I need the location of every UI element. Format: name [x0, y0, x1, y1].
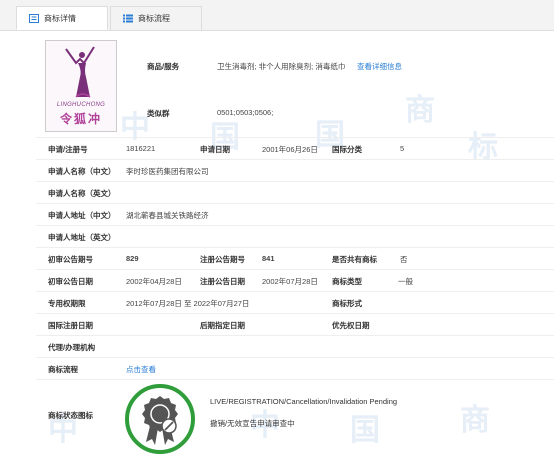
process-label: 商标流程: [48, 365, 78, 374]
status-text-en: LIVE/REGISTRATION/Cancellation/Invalidat…: [210, 397, 398, 406]
document-icon: [29, 13, 39, 23]
exclusive-period-label: 专用权期限: [48, 299, 86, 308]
prelim-pub-no-label: 初审公告期号: [48, 255, 93, 264]
goods-services-value: 卫生消毒剂; 非个人用除臭剂; 消毒纸巾: [217, 62, 346, 71]
divider: [36, 291, 554, 292]
agent-label: 代理/办理机构: [48, 343, 96, 352]
applicant-cn-value: 李时珍医药集团有限公司: [126, 167, 209, 176]
tab-trademark-process[interactable]: 商标流程: [110, 6, 202, 30]
prelim-pub-date-value: 2002年04月28日: [126, 277, 182, 286]
divider: [36, 159, 554, 160]
address-cn-value: 湖北蕲春县城关铁路经济: [126, 211, 209, 220]
shared-value: 否: [400, 255, 408, 264]
address-cn-label: 申请人地址（中文）: [48, 211, 116, 220]
divider: [36, 269, 554, 270]
dancer-figure: [65, 46, 95, 98]
logo-text-chinese: 令狐冲: [59, 112, 102, 126]
award-badge-icon: [142, 396, 178, 445]
reg-pub-date-label: 注册公告日期: [200, 277, 245, 286]
similar-group-label: 类似群: [147, 109, 170, 118]
applicant-en-label: 申请人名称（英文）: [48, 189, 116, 198]
reg-pub-no-label: 注册公告期号: [200, 255, 245, 264]
reg-pub-no-value: 841: [262, 254, 275, 263]
goods-services-label: 商品/服务: [147, 62, 180, 71]
app-date-value: 2001年06月26日: [262, 145, 318, 154]
trademark-image: LINGHUCHONG 令狐冲: [45, 40, 117, 132]
intl-class-value: 5: [400, 144, 405, 153]
divider: [36, 247, 554, 248]
priority-date-label: 优先权日期: [332, 321, 370, 330]
status-badge: [125, 384, 195, 454]
divider: [36, 313, 554, 314]
view-process-link[interactable]: 点击查看: [126, 364, 156, 375]
view-details-link[interactable]: 查看详细信息: [357, 61, 402, 72]
tm-type-value: 一般: [398, 277, 413, 286]
later-designation-label: 后期指定日期: [200, 321, 245, 330]
app-date-label: 申请日期: [200, 145, 230, 154]
status-icon-label: 商标状态图标: [48, 411, 93, 420]
tm-type-label: 商标类型: [332, 277, 362, 286]
prelim-pub-no-value: 829: [126, 254, 139, 263]
intl-reg-date-label: 国际注册日期: [48, 321, 93, 330]
tab-trademark-details[interactable]: 商标详情: [16, 6, 108, 30]
similar-group-value: 0501;0503;0506;: [217, 108, 274, 117]
divider: [36, 203, 554, 204]
reg-no-value: 1816221: [126, 144, 156, 153]
status-text-cn: 撤销/无效宣告申请审查中: [210, 419, 295, 428]
prelim-pub-date-label: 初审公告日期: [48, 277, 93, 286]
tab-bar: 商标详情 商标流程: [0, 0, 554, 31]
address-en-label: 申请人地址（英文）: [48, 233, 116, 242]
tab-label: 商标流程: [138, 14, 170, 23]
logo-text-english: LINGHUCHONG: [56, 102, 106, 108]
divider: [36, 379, 554, 380]
divider: [36, 137, 554, 138]
divider: [36, 335, 554, 336]
reg-no-label: 申请/注册号: [48, 145, 88, 154]
divider: [36, 181, 554, 182]
applicant-cn-label: 申请人名称（中文）: [48, 167, 116, 176]
list-icon: [123, 14, 133, 23]
tab-label: 商标详情: [44, 13, 76, 23]
exclusive-period-value: 2012年07月28日 至 2022年07月27日: [126, 299, 250, 308]
intl-class-label: 国际分类: [332, 145, 362, 154]
shared-label: 是否共有商标: [332, 255, 377, 264]
divider: [36, 225, 554, 226]
reg-pub-date-value: 2002年07月28日: [262, 277, 318, 286]
tm-form-label: 商标形式: [332, 299, 362, 308]
divider: [36, 357, 554, 358]
